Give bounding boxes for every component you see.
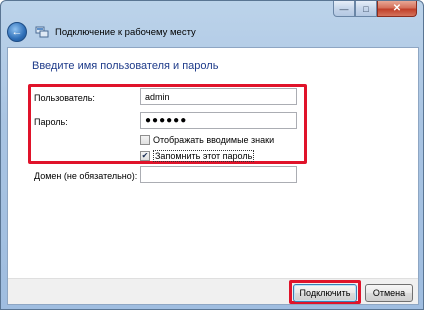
show-chars-checkbox-row[interactable]: Отображать вводимые знаки <box>140 135 274 145</box>
username-label: Пользователь: <box>34 93 95 103</box>
show-chars-checkbox[interactable] <box>140 135 150 145</box>
remember-password-checkbox[interactable]: ✔ <box>140 151 150 161</box>
domain-input[interactable] <box>140 166 297 183</box>
minimize-button[interactable]: — <box>333 1 355 17</box>
password-input[interactable]: ●●●●●● <box>140 112 297 129</box>
show-chars-label: Отображать вводимые знаки <box>153 135 275 145</box>
client-area: Введите имя пользователя и пароль Пользо… <box>7 47 419 305</box>
dialog-window: — □ ✕ ← Подключение к рабочему месту Вве… <box>0 0 424 310</box>
connect-button[interactable]: Подключить <box>293 284 357 302</box>
back-button[interactable]: ← <box>7 22 27 42</box>
caption-buttons: — □ ✕ <box>333 1 417 17</box>
dialog-footer: Подключить Отмена <box>8 278 418 304</box>
remember-password-checkbox-row[interactable]: ✔ Запомнить этот пароль <box>140 150 255 162</box>
back-arrow-icon: ← <box>11 26 23 38</box>
domain-label: Домен (не обязательно): <box>34 171 138 181</box>
close-button[interactable]: ✕ <box>377 1 417 17</box>
window-title: Подключение к рабочему месту <box>55 26 196 38</box>
checkmark-icon: ✔ <box>141 151 149 160</box>
maximize-button[interactable]: □ <box>355 1 377 17</box>
title-bar: ← Подключение к рабочему месту <box>1 17 423 47</box>
workplace-connection-icon <box>35 26 49 38</box>
password-label: Пароль: <box>34 117 68 127</box>
username-input[interactable]: admin <box>140 88 297 105</box>
page-heading: Введите имя пользователя и пароль <box>32 60 219 72</box>
remember-password-label: Запомнить этот пароль <box>153 150 255 162</box>
cancel-button[interactable]: Отмена <box>365 284 413 302</box>
